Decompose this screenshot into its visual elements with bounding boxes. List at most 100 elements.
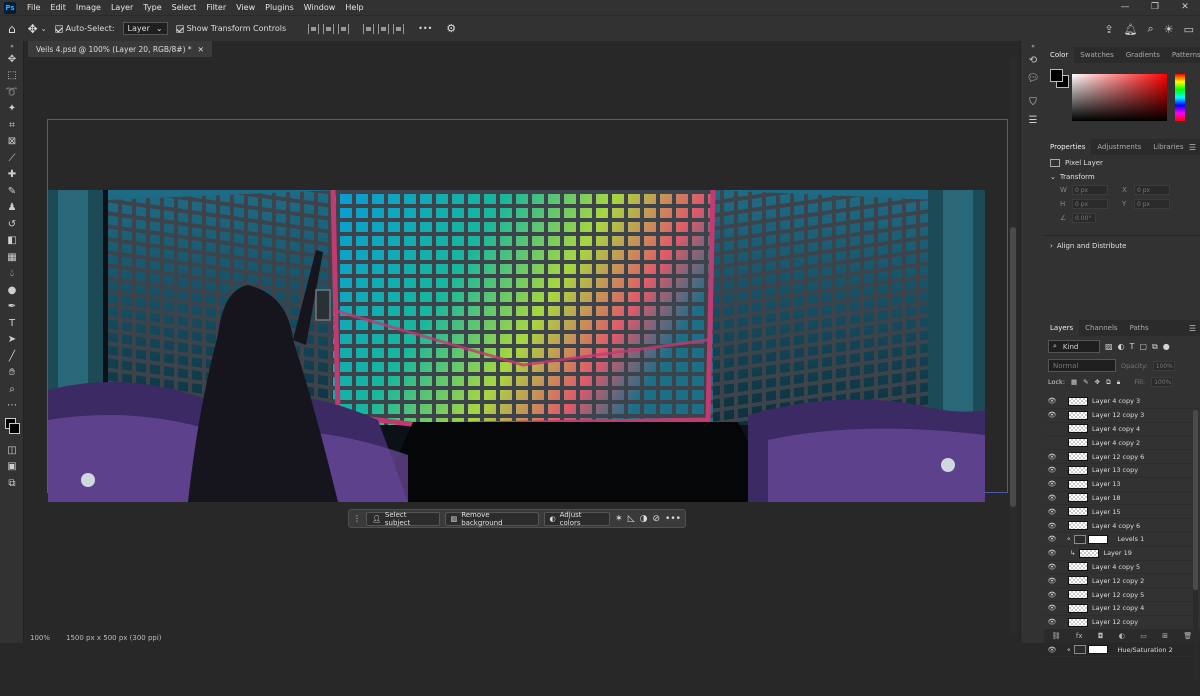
tab-paths[interactable]: Paths — [1124, 320, 1155, 336]
canvas-vertical-scrollbar[interactable] — [1009, 57, 1017, 633]
gear-icon[interactable]: ⚙ — [446, 22, 456, 35]
layer-row[interactable]: 👁︎ ⚬ Levels 1 — [1044, 533, 1200, 547]
y-input[interactable]: 0 px — [1134, 199, 1170, 209]
layer-row[interactable]: 👁︎ Layer 4 copy 5 — [1044, 561, 1200, 575]
gradient-tool-icon[interactable]: ▦ — [0, 249, 24, 266]
adjustments-sliders-icon[interactable]: ☰ — [1021, 111, 1045, 129]
width-input[interactable]: 0 px — [1072, 185, 1108, 195]
layer-row[interactable]: 👁︎ Layer 15 — [1044, 505, 1200, 520]
tab-gradients[interactable]: Gradients — [1120, 47, 1166, 63]
share-icon[interactable]: ⇪ — [1104, 23, 1113, 36]
layer-row[interactable]: 👁︎ Layer 12 copy — [1044, 616, 1200, 630]
layer-row[interactable]: 👁︎ Layer 18 — [1044, 492, 1200, 506]
tab-adjustments[interactable]: Adjustments — [1091, 139, 1147, 155]
show-transform-checkbox[interactable] — [175, 24, 184, 33]
layer-row[interactable]: 👁︎ Layer 12 copy 2 — [1044, 574, 1200, 589]
visibility-eye-icon[interactable]: 👁︎ — [1044, 508, 1060, 516]
frame-tool-icon[interactable]: ⊠ — [0, 134, 24, 151]
menu-select[interactable]: Select — [167, 0, 202, 15]
adjustment-icon[interactable]: ◑ — [640, 514, 648, 524]
angle-input[interactable]: 0.00° — [1072, 213, 1096, 223]
add-mask-icon[interactable]: ◘ — [1098, 632, 1104, 640]
lock-position-icon[interactable]: ✥ — [1095, 378, 1100, 386]
panel-menu-icon[interactable]: ☰ — [1189, 143, 1196, 152]
notifications-bell-icon[interactable]: 🔔︎ — [1124, 23, 1138, 36]
align-right-icon[interactable] — [338, 23, 350, 34]
transform-section-header[interactable]: ⌄ Transform — [1050, 173, 1194, 181]
menu-window[interactable]: Window — [299, 0, 341, 15]
path-selection-tool-icon[interactable]: ➤ — [0, 332, 24, 349]
layer-row[interactable]: 👁︎ Layer 12 copy 5 — [1044, 588, 1200, 602]
new-layer-icon[interactable]: ⊞ — [1162, 632, 1168, 640]
layer-row[interactable]: 👁︎ Layer 4 copy 6 — [1044, 519, 1200, 533]
tab-channels[interactable]: Channels — [1079, 320, 1123, 336]
dodge-tool-icon[interactable]: ● — [0, 282, 24, 299]
tab-layers[interactable]: Layers — [1044, 320, 1080, 336]
visibility-eye-icon[interactable]: 👁︎ — [1044, 480, 1060, 488]
blend-mode-dropdown[interactable]: Normal — [1048, 359, 1116, 372]
layer-row[interactable]: 👁︎ ↳ Layer 19 — [1044, 547, 1200, 561]
close-tab-icon[interactable]: ✕ — [198, 45, 204, 54]
screen-mode-icon[interactable]: ▣ — [0, 459, 24, 476]
menu-layer[interactable]: Layer — [106, 0, 138, 15]
visibility-eye-icon[interactable]: 👁︎ — [1044, 563, 1060, 571]
visibility-eye-icon[interactable]: 👁︎ — [1044, 577, 1060, 585]
canvas-area[interactable] — [24, 57, 1020, 633]
remove-background-button[interactable]: ▨ Remove background — [444, 511, 539, 527]
menu-type[interactable]: Type — [138, 0, 166, 15]
filter-adjustment-icon[interactable]: ◐ — [1118, 342, 1125, 351]
home-icon[interactable]: ⌂ — [8, 22, 16, 36]
opacity-input[interactable]: 100% — [1152, 360, 1175, 371]
auto-select-checkbox[interactable] — [54, 24, 63, 33]
marquee-tool-icon[interactable]: ⬚ — [0, 68, 24, 85]
comments-icon[interactable]: 💬︎ — [1021, 69, 1045, 87]
brush-settings-icon[interactable]: ⛉ — [1021, 93, 1045, 111]
tab-libraries[interactable]: Libraries — [1147, 139, 1189, 155]
layers-scroll-thumb[interactable] — [1193, 410, 1198, 590]
select-subject-button[interactable]: 👤︎ Select subject — [366, 511, 440, 527]
height-input[interactable]: 0 px — [1072, 199, 1108, 209]
layer-row[interactable]: 👁︎ Layer 12 copy 4 — [1044, 602, 1200, 616]
history-icon[interactable]: ⟲ — [1021, 51, 1045, 69]
zoom-level[interactable]: 100% — [30, 634, 50, 642]
quick-mask-icon[interactable]: ◫ — [0, 442, 24, 459]
new-group-icon[interactable]: ▭ — [1140, 632, 1147, 640]
brush-tool-icon[interactable]: ✎ — [0, 183, 24, 200]
mask-icon[interactable]: ⊘ — [653, 514, 661, 524]
filter-type-icon[interactable]: T — [1130, 342, 1135, 351]
lock-pixels-icon[interactable]: ✎ — [1083, 378, 1088, 386]
object-selection-tool-icon[interactable]: ✦ — [0, 101, 24, 118]
lock-transparent-icon[interactable]: ▦ — [1071, 378, 1077, 386]
layer-row[interactable]: 👁︎ Layer 13 copy — [1044, 464, 1200, 478]
workspace-icon[interactable]: ▭ — [1184, 23, 1194, 36]
adjust-colors-button[interactable]: ◐ Adjust colors — [543, 511, 611, 527]
visibility-eye-icon[interactable]: 👁︎ — [1044, 411, 1060, 419]
layer-style-icon[interactable]: fx — [1076, 632, 1083, 640]
canvas-scroll-thumb[interactable] — [1010, 227, 1016, 507]
menu-plugins[interactable]: Plugins — [260, 0, 299, 15]
lock-all-icon[interactable]: 🔒︎ — [1117, 378, 1120, 387]
layer-row[interactable]: 👁︎ ⚬ Hue/Saturation 2 — [1044, 643, 1200, 658]
layer-row[interactable]: 👁︎ Layer 4 copy 3 — [1044, 395, 1200, 409]
auto-select-option[interactable]: Auto-Select: — [54, 24, 115, 33]
tab-patterns[interactable]: Patterns — [1166, 47, 1200, 63]
move-tool-preset-icon[interactable]: ✥ ⌄ — [28, 22, 47, 36]
show-transform-option[interactable]: Show Transform Controls — [175, 24, 286, 33]
visibility-eye-icon[interactable]: 👁︎ — [1044, 618, 1060, 626]
color-swatches-icon[interactable] — [0, 414, 24, 442]
close-window-button[interactable]: ✕ — [1170, 0, 1200, 15]
menu-edit[interactable]: Edit — [45, 0, 71, 15]
tab-color[interactable]: Color — [1044, 47, 1075, 63]
menu-view[interactable]: View — [231, 0, 260, 15]
drag-handle-icon[interactable]: ⋮ — [353, 514, 361, 523]
visibility-eye-icon[interactable]: 👁︎ — [1044, 549, 1060, 557]
filter-smart-object-icon[interactable]: ⧉ — [1152, 342, 1158, 352]
visibility-eye-icon[interactable]: 👁︎ — [1044, 522, 1060, 530]
blur-tool-icon[interactable]: 💧︎ — [0, 266, 24, 283]
visibility-eye-icon[interactable]: 👁︎ — [1044, 397, 1060, 405]
link-layers-icon[interactable]: ⛓ — [1052, 632, 1061, 640]
minimize-button[interactable]: — — [1110, 0, 1140, 15]
align-vertical-center-icon[interactable] — [378, 23, 390, 34]
layer-mask-thumbnail[interactable] — [1088, 645, 1109, 655]
healing-brush-tool-icon[interactable]: ✚ — [0, 167, 24, 184]
